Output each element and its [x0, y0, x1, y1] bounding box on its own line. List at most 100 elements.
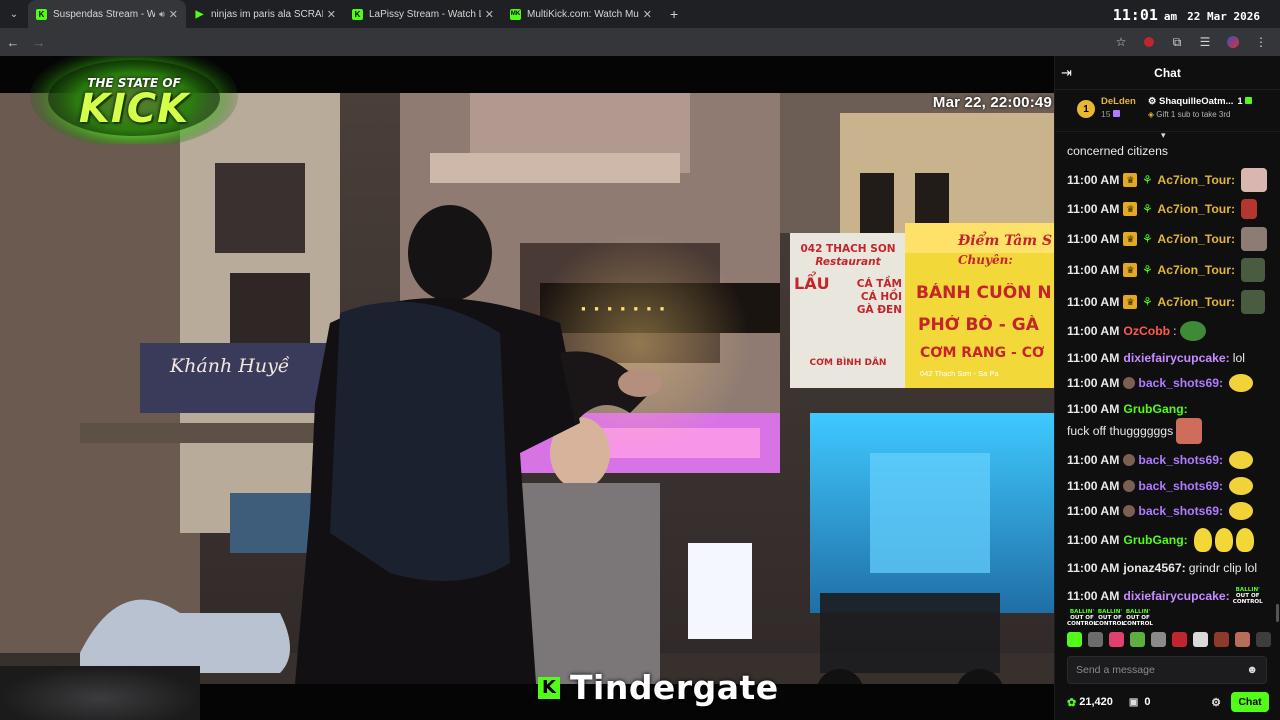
chat-panel: ⇥ Chat 1 DeLden 15 ⚙ ShaquilleOatm... 1 ◈… — [1054, 56, 1280, 720]
message-username[interactable]: dixiefairycupcake: — [1123, 349, 1229, 367]
emote-person-icon[interactable] — [1193, 632, 1208, 647]
emote-dark-icon[interactable] — [1256, 632, 1271, 647]
chat-scrollbar[interactable] — [1276, 604, 1279, 622]
message-username[interactable]: OzCobb — [1123, 322, 1170, 340]
new-tab-button[interactable]: + — [660, 6, 688, 22]
tab-2[interactable]: K LaPissy Stream - Watch Live on ✕ — [344, 0, 502, 28]
small-emote-icon[interactable] — [1241, 199, 1258, 219]
duck-emote-icon[interactable] — [1193, 527, 1212, 552]
tab-0[interactable]: K Suspendas Stream - Watch 🔊︎ ✕ — [28, 0, 186, 28]
emote-pink-icon[interactable] — [1109, 632, 1124, 647]
message-time: 11:00 AM — [1067, 478, 1120, 493]
face2-emote-icon[interactable] — [1241, 226, 1268, 251]
reading-list-icon[interactable]: ☰ — [1194, 31, 1216, 53]
chat-message[interactable]: 11:00 AM ♛ ⚘ Ac7ion_Tour: — [1067, 167, 1273, 192]
gift-prompt[interactable]: ◈ Gift 1 sub to take 3rd — [1148, 110, 1252, 119]
pac-emote-icon[interactable] — [1229, 451, 1254, 469]
send-message-box[interactable]: ☻ — [1067, 656, 1267, 684]
message-username[interactable]: Ac7ion_Tour: — [1157, 293, 1235, 311]
message-username[interactable]: Ac7ion_Tour: — [1157, 200, 1235, 218]
tab-1[interactable]: ▶ ninjas im paris ala SCRABSNYC ✕ — [186, 0, 344, 28]
message-time: 11:00 AM — [1067, 401, 1120, 416]
message-username[interactable]: dixiefairycupcake: — [1123, 587, 1229, 605]
forward-arrow-icon[interactable]: → — [26, 29, 52, 55]
gift-leaderboard[interactable]: 1 DeLden 15 ⚙ ShaquilleOatm... 1 ◈ Gift 1… — [1055, 90, 1280, 140]
chat-message[interactable]: 11:00 AM back_shots69: — [1067, 451, 1273, 469]
ballin-emote-icon[interactable]: BALLIN' OUT OF CONTROL — [1123, 607, 1153, 629]
emote-brown-icon[interactable] — [1214, 632, 1229, 647]
emote-face-icon[interactable] — [1235, 632, 1250, 647]
back-arrow-icon[interactable]: ← — [0, 29, 26, 55]
bookmark-star-icon[interactable]: ☆ — [1110, 31, 1132, 53]
extension-red-icon[interactable] — [1138, 31, 1160, 53]
pac-emote-icon[interactable] — [1229, 374, 1254, 392]
message-username[interactable]: back_shots69: — [1138, 374, 1223, 392]
tab-close-icon[interactable]: ✕ — [327, 8, 336, 21]
duck-emote-icon[interactable] — [1214, 527, 1233, 552]
browser-menu-icon[interactable]: ⋮ — [1250, 31, 1272, 53]
emote-gray-icon[interactable] — [1088, 632, 1103, 647]
emote-pepe-icon[interactable] — [1130, 632, 1145, 647]
pac-emote-icon[interactable] — [1229, 476, 1254, 495]
ballin-emote-icon[interactable]: BALLIN' OUT OF CONTROL — [1067, 607, 1097, 629]
gift-box-icon[interactable]: ▣ — [1129, 697, 1138, 708]
chat-message[interactable]: 11:00 AM OzCobb: — [1067, 321, 1273, 341]
tab-close-icon[interactable]: ✕ — [643, 8, 652, 21]
chat-message[interactable]: 11:00 AM dixiefairycupcake: BALLIN' OUT OF C… — [1067, 585, 1273, 629]
leader-count: 15 — [1101, 109, 1136, 119]
emote-kick-icon[interactable] — [1067, 632, 1082, 647]
message-username[interactable]: Ac7ion_Tour: — [1157, 261, 1235, 279]
collapse-chat-icon[interactable]: ⇥ — [1061, 65, 1072, 81]
emote-cat-icon[interactable] — [1151, 632, 1166, 647]
chat-message[interactable]: 11:00 AM dixiefairycupcake: lol — [1067, 349, 1273, 367]
chat-message[interactable]: 11:00 AM GrubGang: fuck off thuggggggs — [1067, 400, 1273, 444]
profile-avatar-icon[interactable] — [1222, 31, 1244, 53]
chat-message[interactable]: 11:00 AM back_shots69: — [1067, 502, 1273, 520]
face-emote-icon[interactable] — [1241, 167, 1268, 192]
channel-points-icon[interactable]: ✿ — [1067, 696, 1076, 709]
green-emote-icon[interactable] — [1241, 289, 1266, 314]
state-of-kick-logo: THE STATE OF KICK — [28, 56, 240, 148]
chat-message[interactable]: 11:00 AM jonaz4567: grindr clip lol — [1067, 559, 1273, 577]
expand-chevron-icon[interactable]: ▾ — [1161, 130, 1166, 141]
chat-send-button[interactable]: Chat — [1231, 692, 1269, 712]
ballin-emote-icon[interactable]: BALLIN' OUT OF CONTROL — [1233, 585, 1263, 607]
message-username[interactable]: back_shots69: — [1138, 477, 1223, 495]
extensions-puzzle-icon[interactable]: ⧉ — [1166, 31, 1188, 53]
message-username[interactable]: GrubGang: — [1123, 400, 1187, 418]
tab-search-button[interactable]: ⌄ — [0, 0, 28, 28]
chat-message[interactable]: 11:00 AM ♛ ⚘ Ac7ion_Tour: — [1067, 199, 1273, 219]
message-username[interactable]: back_shots69: — [1138, 502, 1223, 520]
street-scene-image: · · · · · · · — [0, 93, 1054, 720]
pepe-emote-icon[interactable] — [1179, 321, 1206, 341]
tab-close-icon[interactable]: ✕ — [169, 8, 178, 21]
chat-message[interactable]: 11:00 AM ♛ ⚘ Ac7ion_Tour: — [1067, 289, 1273, 314]
chat-message[interactable]: concerned citizens — [1067, 142, 1273, 160]
video-player[interactable]: · · · · · · · 042 THACH SON Restaurant L… — [0, 56, 1054, 720]
emoji-picker-icon[interactable]: ☻ — [1246, 664, 1258, 676]
ballin-emote-icon[interactable]: BALLIN' OUT OF CONTROL — [1095, 607, 1125, 629]
stamp-emote-icon[interactable] — [1176, 417, 1203, 444]
chat-settings-icon[interactable]: ⚙ — [1211, 696, 1221, 709]
chat-message[interactable]: 11:00 AM back_shots69: — [1067, 374, 1273, 392]
message-username[interactable]: back_shots69: — [1138, 451, 1223, 469]
green-emote-icon[interactable] — [1241, 258, 1266, 282]
duck-emote-icon[interactable] — [1235, 527, 1254, 552]
chat-message[interactable]: 11:00 AM GrubGang: — [1067, 527, 1273, 552]
message-username[interactable]: jonaz4567: — [1123, 559, 1185, 577]
speaker-icon[interactable]: 🔊︎ — [159, 9, 165, 20]
pac-emote-icon[interactable] — [1229, 502, 1254, 520]
message-username[interactable]: Ac7ion_Tour: — [1157, 230, 1235, 248]
chat-message[interactable]: 11:00 AM ♛ ⚘ Ac7ion_Tour: — [1067, 226, 1273, 251]
clock-date: 22 Mar 2026 — [1187, 10, 1260, 23]
chat-message[interactable]: 11:00 AM back_shots69: — [1067, 476, 1273, 495]
message-username[interactable]: GrubGang: — [1123, 531, 1187, 549]
tab-3[interactable]: MK MultiKick.com: Watch Multiple ✕ — [502, 0, 660, 28]
chat-input[interactable] — [1076, 664, 1247, 676]
message-text: grindr clip lol — [1188, 561, 1258, 575]
chat-messages[interactable]: concerned citizens 11:00 AM ♛ ⚘ Ac7ion_Tour:… — [1055, 142, 1280, 628]
message-username[interactable]: Ac7ion_Tour: — [1157, 171, 1235, 189]
tab-close-icon[interactable]: ✕ — [485, 8, 494, 21]
chat-message[interactable]: 11:00 AM ♛ ⚘ Ac7ion_Tour: — [1067, 258, 1273, 282]
emote-red-icon[interactable] — [1172, 632, 1187, 647]
